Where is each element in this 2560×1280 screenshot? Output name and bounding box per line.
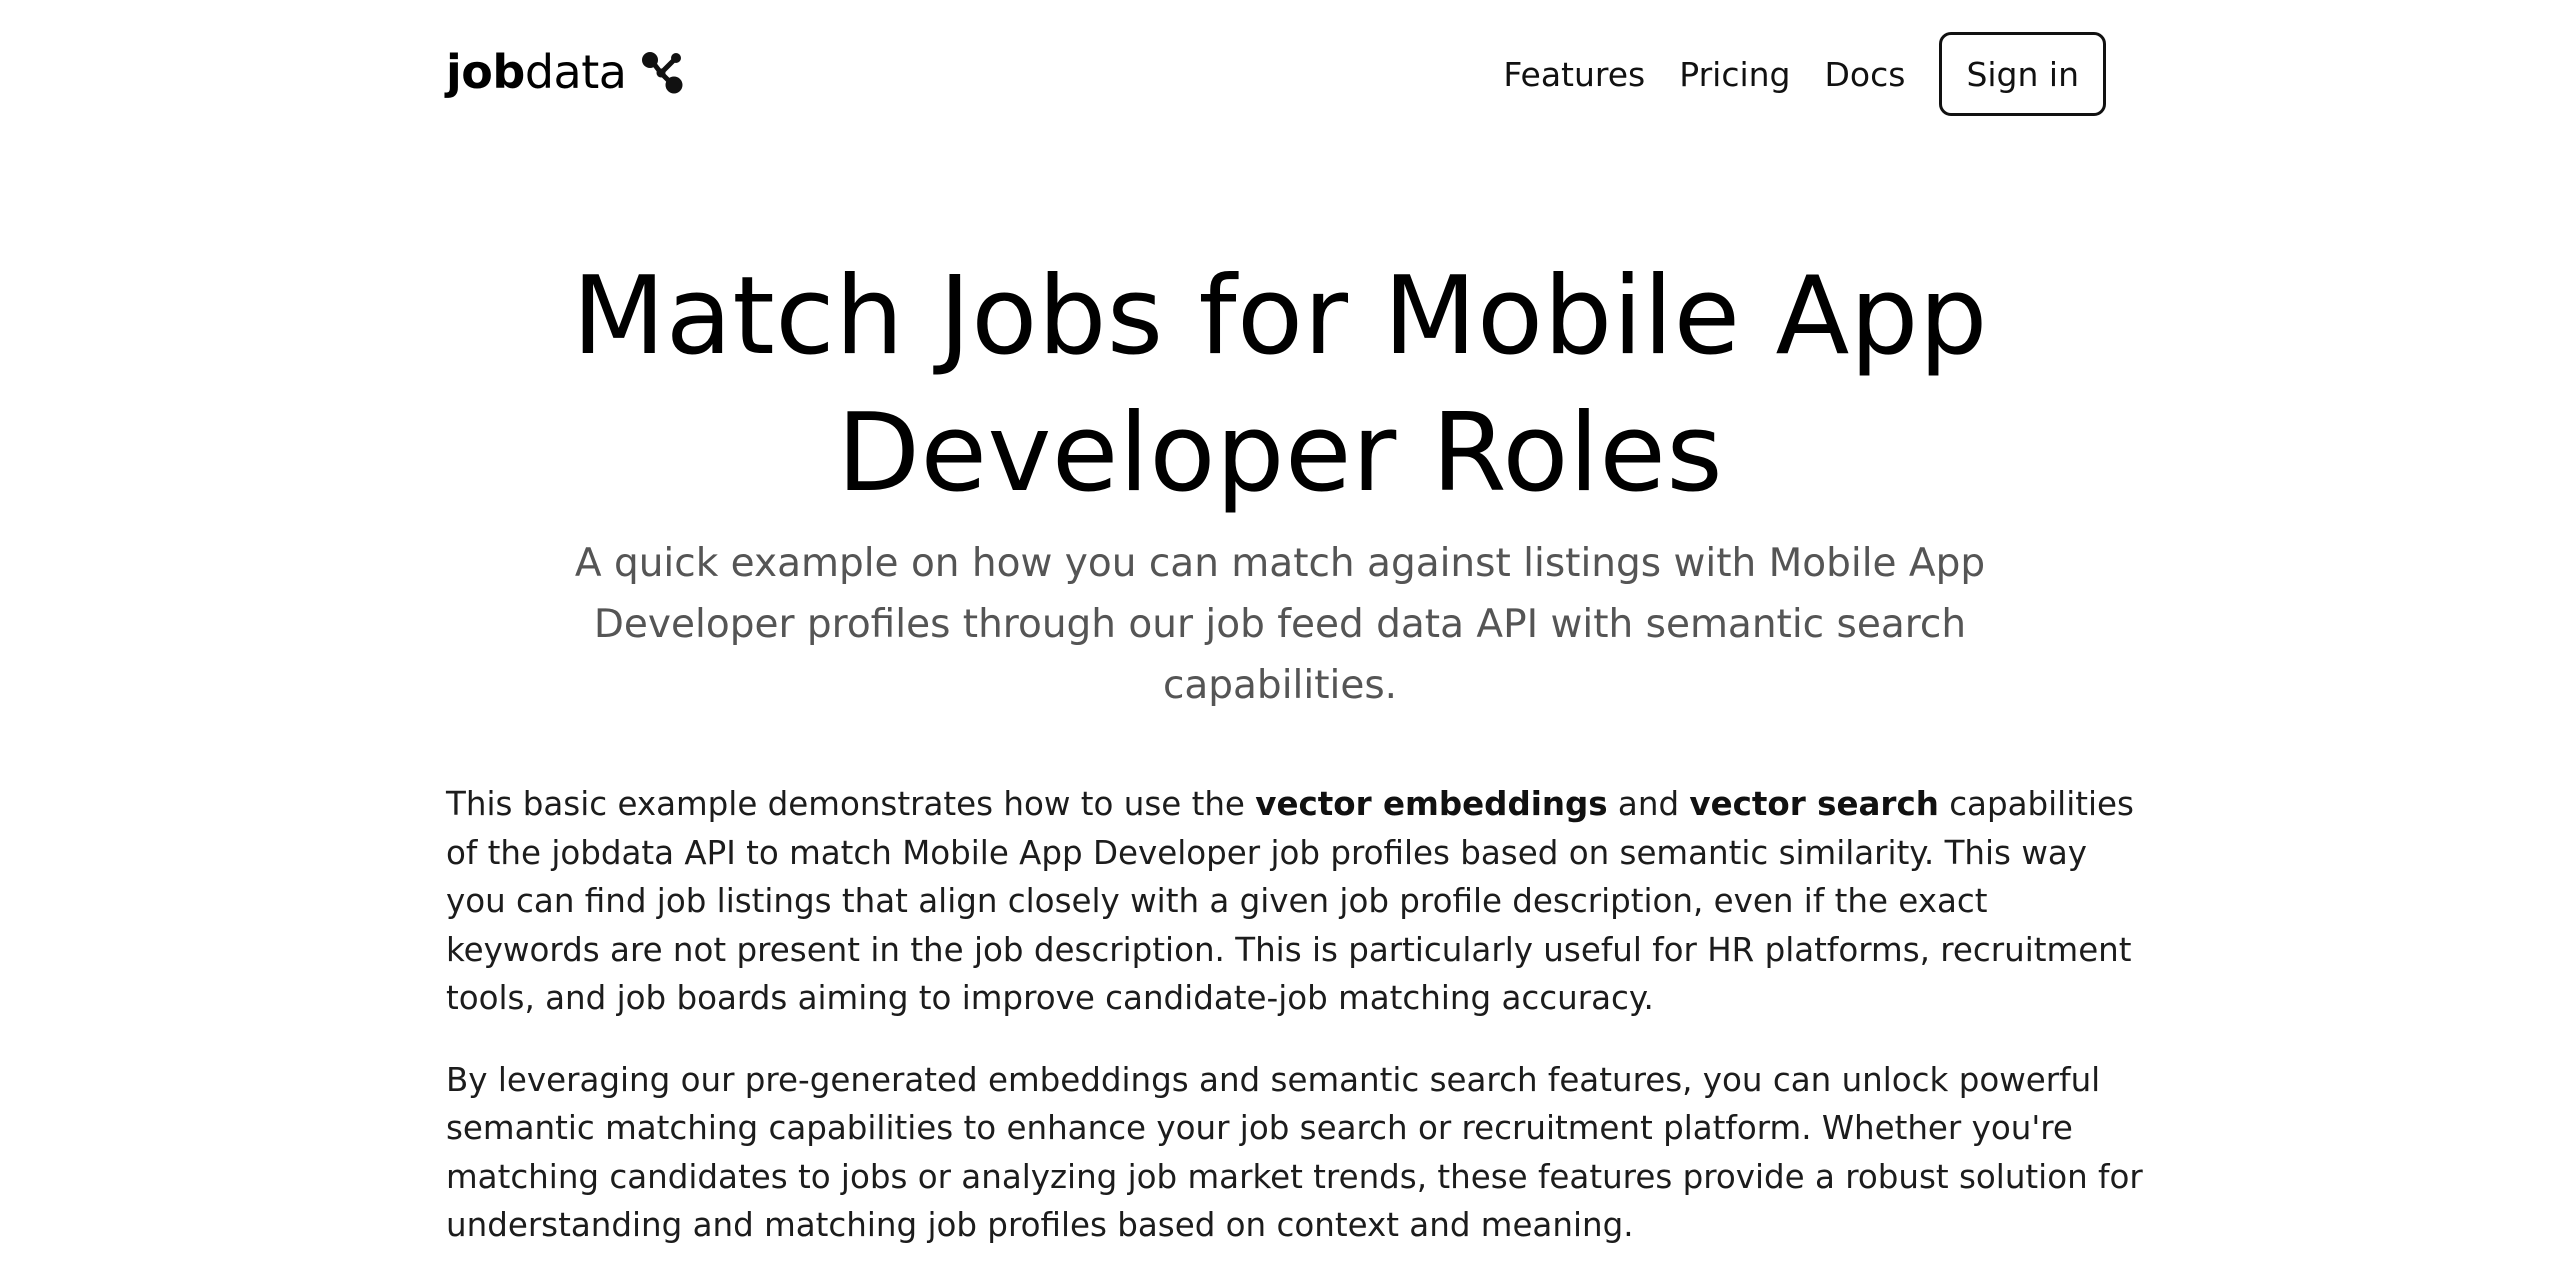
intro-text-2: and	[1607, 785, 1690, 823]
intro-text-1: This basic example demonstrates how to u…	[446, 785, 1256, 823]
page: job data Features Pricing Docs Sign in Ma…	[0, 0, 2560, 1280]
intro-paragraph: This basic example demonstrates how to u…	[446, 780, 2146, 1023]
main-nav: Features Pricing Docs Sign in	[1503, 32, 2106, 116]
brand-logo-link[interactable]: job data	[446, 42, 684, 102]
brand-name-light: data	[524, 45, 627, 99]
nav-features-link[interactable]: Features	[1503, 55, 1645, 94]
page-title: Match Jobs for Mobile App Developer Role…	[572, 254, 1988, 516]
sign-in-button[interactable]: Sign in	[1939, 32, 2106, 116]
vector-search-term: vector search	[1689, 785, 1939, 823]
molecule-icon	[640, 50, 684, 94]
nav-pricing-link[interactable]: Pricing	[1679, 55, 1790, 94]
page-subtitle: A quick example on how you can match aga…	[574, 541, 1986, 708]
site-header: job data Features Pricing Docs Sign in	[446, 32, 2106, 116]
benefits-paragraph: By leveraging our pre-generated embeddin…	[446, 1060, 2143, 1245]
brand-name-bold: job	[446, 45, 525, 99]
article-body: This basic example demonstrates how to u…	[446, 780, 2146, 1250]
nav-docs-link[interactable]: Docs	[1825, 55, 1906, 94]
vector-embeddings-term: vector embeddings	[1255, 785, 1608, 823]
